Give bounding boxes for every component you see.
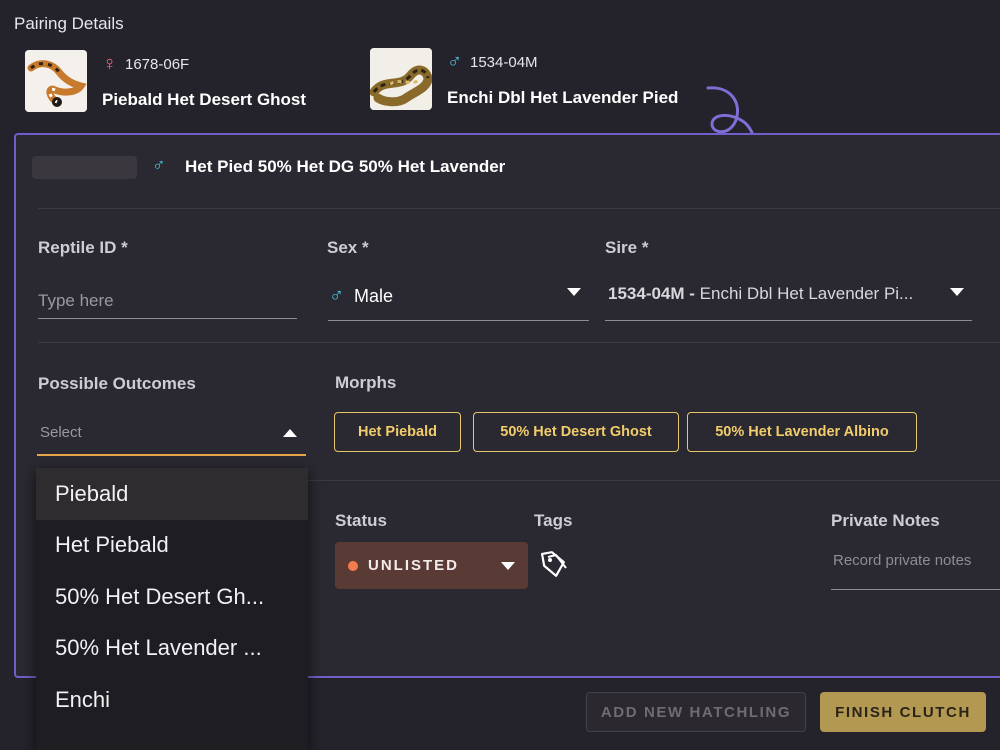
- possible-outcomes-menu: Piebald Het Piebald 50% Het Desert Gh...…: [36, 468, 308, 750]
- sire-select-id: 1534-04M: [608, 284, 685, 303]
- page-title: Pairing Details: [14, 14, 124, 33]
- reptile-id-input[interactable]: Type here: [38, 291, 114, 311]
- chevron-down-icon[interactable]: [950, 288, 964, 296]
- sire-select-name: Enchi Dbl Het Lavender Pi...: [699, 284, 914, 303]
- menu-item[interactable]: 50% Het Lavender ...: [36, 623, 308, 675]
- sex-value: Male: [354, 285, 394, 306]
- divider: [308, 480, 1000, 481]
- dam-photo: [25, 50, 87, 112]
- sire-select-separator: -: [684, 284, 700, 303]
- add-new-hatchling-button[interactable]: ADD NEW HATCHLING: [586, 692, 806, 732]
- sire-select[interactable]: 1534-04M - Enchi Dbl Het Lavender Pi...: [608, 284, 948, 304]
- chevron-down-icon[interactable]: [567, 288, 581, 296]
- morph-chip[interactable]: 50% Het Desert Ghost: [473, 412, 679, 452]
- morphs-label: Morphs: [335, 373, 397, 392]
- dam-name: Piebald Het Desert Ghost: [102, 90, 307, 109]
- sire-underline: [605, 320, 972, 321]
- finish-clutch-button[interactable]: FINISH CLUTCH: [820, 692, 986, 732]
- male-icon: ♂: [329, 285, 344, 307]
- divider: [38, 342, 1000, 343]
- male-icon: ♂: [152, 155, 166, 175]
- morph-chip[interactable]: 50% Het Lavender Albino: [687, 412, 917, 452]
- private-notes-underline: [831, 589, 1000, 590]
- possible-outcomes-select[interactable]: Select: [40, 424, 82, 441]
- possible-outcomes-label: Possible Outcomes: [38, 374, 196, 393]
- sire-card[interactable]: ♂ 1534-04M Enchi Dbl Het Lavender Pied: [370, 48, 678, 110]
- menu-item[interactable]: Piebald: [36, 468, 308, 520]
- female-icon: ♀: [102, 53, 117, 75]
- status-select[interactable]: UNLISTED: [335, 542, 528, 589]
- hatchling-title: Het Pied 50% Het DG 50% Het Lavender: [185, 157, 506, 176]
- sire-name: Enchi Dbl Het Lavender Pied: [447, 88, 679, 107]
- sex-label: Sex *: [327, 238, 369, 257]
- male-icon: ♂: [447, 51, 462, 73]
- sex-select[interactable]: ♂ Male: [329, 284, 589, 308]
- sire-photo: [370, 48, 432, 110]
- morph-chip[interactable]: Het Piebald: [334, 412, 461, 452]
- reptile-id-underline: [38, 318, 297, 319]
- menu-item[interactable]: Het Piebald: [36, 520, 308, 572]
- status-label: Status: [335, 511, 387, 530]
- menu-item[interactable]: 50% Het Desert Gh...: [36, 571, 308, 623]
- chevron-down-icon[interactable]: [501, 562, 515, 570]
- tags-label: Tags: [534, 511, 573, 530]
- sire-label: Sire *: [605, 238, 649, 257]
- chevron-up-icon[interactable]: [283, 429, 297, 437]
- hatchling-id-placeholder: [32, 156, 137, 179]
- status-dot: [348, 560, 358, 571]
- status-value: UNLISTED: [368, 557, 459, 574]
- divider: [38, 208, 1000, 209]
- private-notes-input[interactable]: Record private notes: [833, 552, 971, 569]
- dam-card[interactable]: ♀ 1678-06F Piebald Het Desert Ghost: [25, 50, 306, 112]
- sex-underline: [328, 320, 589, 321]
- possible-outcomes-underline: [37, 454, 306, 456]
- reptile-id-label: Reptile ID *: [38, 238, 128, 257]
- sire-id: 1534-04M: [470, 53, 538, 71]
- private-notes-label: Private Notes: [831, 511, 940, 530]
- tag-icon[interactable]: [540, 548, 568, 580]
- dam-id: 1678-06F: [125, 55, 190, 73]
- menu-item[interactable]: Enchi: [36, 674, 308, 726]
